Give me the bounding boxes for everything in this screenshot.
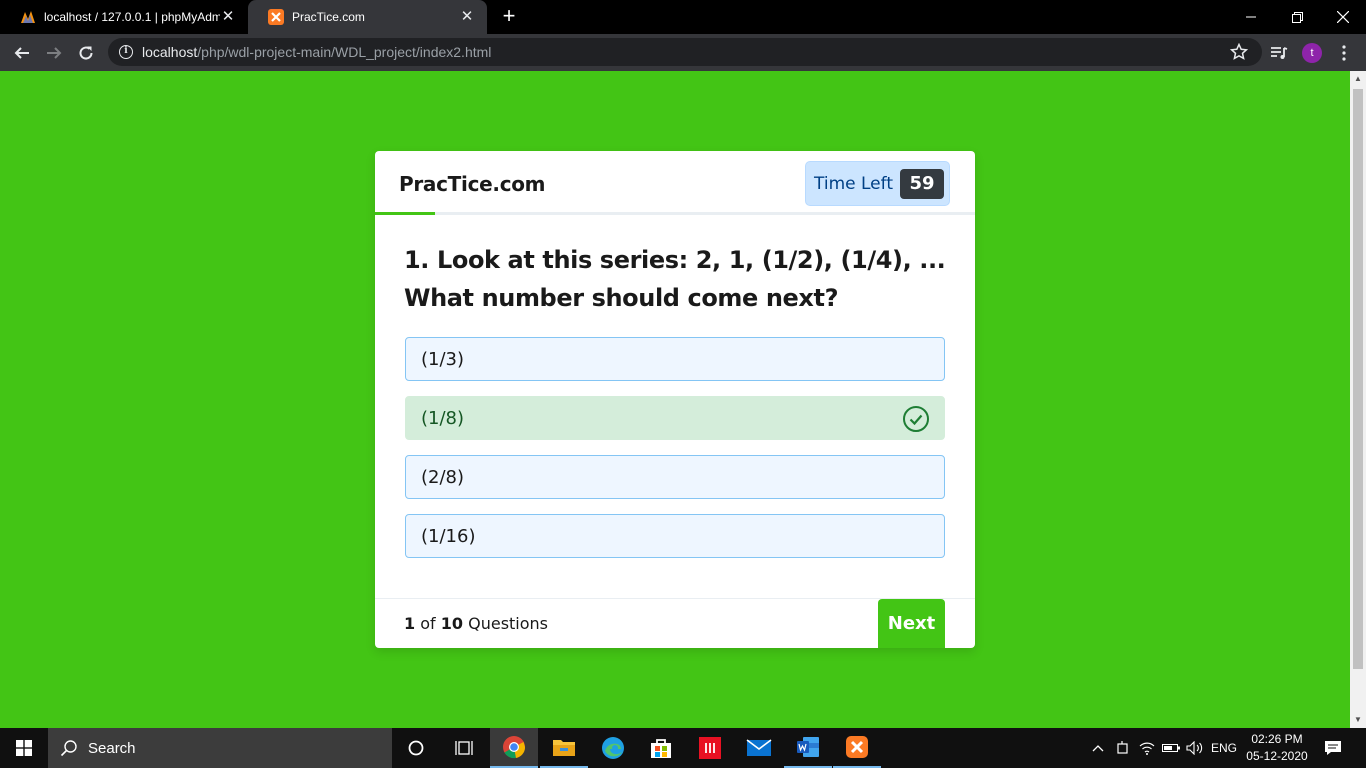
- scrollbar-thumb[interactable]: [1353, 89, 1363, 669]
- menu-kebab-icon[interactable]: [1330, 39, 1358, 67]
- timer-box: Time Left 59: [805, 161, 950, 206]
- question-text: 1. Look at this series: 2, 1, (1/2), (1/…: [404, 241, 949, 317]
- windows-taskbar: Search ENG 02:26 PM 05-12-2020: [0, 728, 1366, 768]
- question-line: What number should come next?: [404, 284, 839, 312]
- current-question-number: 1: [404, 614, 416, 633]
- total-questions: 10: [440, 614, 464, 633]
- quiz-header: PracTice.com Time Left 59: [375, 151, 975, 215]
- question-counter: 1 of 10 Questions: [404, 614, 548, 633]
- browser-toolbar: i localhost/php/wdl-project-main/WDL_pro…: [0, 34, 1366, 71]
- close-tab-icon[interactable]: ✕: [459, 9, 475, 25]
- task-view-icon[interactable]: [440, 728, 488, 768]
- question-line: 1. Look at this series: 2, 1, (1/2), (1/…: [404, 246, 946, 274]
- site-title: PracTice.com: [399, 172, 546, 196]
- scroll-down-arrow-icon[interactable]: ▼: [1354, 716, 1362, 724]
- tab-practice[interactable]: PracTice.com ✕: [248, 0, 487, 34]
- edge-icon[interactable]: [589, 728, 637, 768]
- show-hidden-icons-chevron[interactable]: [1088, 728, 1108, 768]
- quiz-card: PracTice.com Time Left 59 1. Look at thi…: [375, 151, 975, 648]
- reload-icon[interactable]: [72, 39, 100, 67]
- mail-icon[interactable]: [735, 728, 783, 768]
- chrome-icon[interactable]: [490, 728, 538, 768]
- page-background: PracTice.com Time Left 59 1. Look at thi…: [0, 71, 1350, 728]
- browser-tab-strip: localhost / 127.0.0.1 | phpMyAdmin ✕ Pra…: [0, 0, 1366, 34]
- of-word: of: [420, 614, 436, 633]
- option-4[interactable]: (1/16): [405, 514, 945, 558]
- clock-time: 02:26 PM: [1251, 732, 1303, 746]
- option-label: (1/8): [421, 407, 465, 429]
- close-tab-icon[interactable]: ✕: [220, 9, 236, 25]
- option-3[interactable]: (2/8): [405, 455, 945, 499]
- tab-title: localhost / 127.0.0.1 | phpMyAdmin: [44, 10, 220, 24]
- option-2[interactable]: (1/8): [405, 396, 945, 440]
- option-label: (1/3): [421, 348, 465, 370]
- clock-date: 05-12-2020: [1246, 749, 1308, 763]
- profile-initial: t: [1302, 43, 1322, 63]
- file-explorer-icon[interactable]: [540, 728, 588, 768]
- media-queue-icon[interactable]: [1265, 39, 1293, 67]
- minimize-icon[interactable]: [1228, 0, 1274, 34]
- tab-title: PracTice.com: [292, 10, 365, 24]
- store-icon[interactable]: [637, 728, 685, 768]
- page-scrollbar[interactable]: ▲ ▼: [1350, 71, 1366, 728]
- progress-line: [375, 212, 435, 215]
- timer-label: Time Left: [814, 173, 893, 194]
- address-bar[interactable]: i localhost/php/wdl-project-main/WDL_pro…: [108, 38, 1262, 66]
- xampp-taskbar-icon[interactable]: [833, 728, 881, 768]
- tab-phpmyadmin[interactable]: localhost / 127.0.0.1 | phpMyAdmin ✕: [0, 0, 248, 34]
- restore-icon[interactable]: [1274, 0, 1320, 34]
- language-label: ENG: [1210, 741, 1237, 755]
- site-info-icon[interactable]: i: [119, 45, 133, 59]
- forward-arrow-icon[interactable]: [40, 39, 68, 67]
- language-indicator[interactable]: ENG: [1208, 728, 1240, 768]
- word-icon[interactable]: [784, 728, 832, 768]
- next-button[interactable]: Next: [878, 599, 945, 648]
- questions-word: Questions: [468, 614, 549, 633]
- search-placeholder: Search: [88, 739, 136, 757]
- notification-icon[interactable]: [1318, 728, 1348, 768]
- profile-avatar[interactable]: t: [1298, 39, 1326, 67]
- windows-start-icon[interactable]: [0, 728, 48, 768]
- bookmark-star-icon[interactable]: [1229, 42, 1249, 61]
- meet-now-icon[interactable]: [1112, 728, 1134, 768]
- new-tab-button[interactable]: +: [498, 5, 520, 28]
- url-text: localhost/php/wdl-project-main/WDL_proje…: [142, 44, 492, 60]
- option-label: (2/8): [421, 466, 465, 488]
- back-arrow-icon[interactable]: [8, 39, 36, 67]
- xampp-icon: [268, 9, 284, 25]
- wifi-icon[interactable]: [1136, 728, 1158, 768]
- clock[interactable]: 02:26 PM 05-12-2020: [1240, 731, 1314, 765]
- close-window-icon[interactable]: [1320, 0, 1366, 34]
- battery-icon[interactable]: [1160, 728, 1182, 768]
- option-label: (1/16): [421, 525, 476, 547]
- scroll-up-arrow-icon[interactable]: ▲: [1354, 75, 1362, 83]
- taskbar-search[interactable]: Search: [48, 728, 392, 768]
- quiz-footer: 1 of 10 Questions Next: [375, 598, 975, 648]
- cortana-icon[interactable]: [392, 728, 440, 768]
- check-circle-icon: [902, 405, 930, 433]
- option-1[interactable]: (1/3): [405, 337, 945, 381]
- timer-value: 59: [900, 168, 944, 199]
- search-icon: [60, 740, 77, 757]
- volume-icon[interactable]: [1184, 728, 1206, 768]
- phpmyadmin-icon: [20, 9, 36, 25]
- media-app-icon[interactable]: [686, 728, 734, 768]
